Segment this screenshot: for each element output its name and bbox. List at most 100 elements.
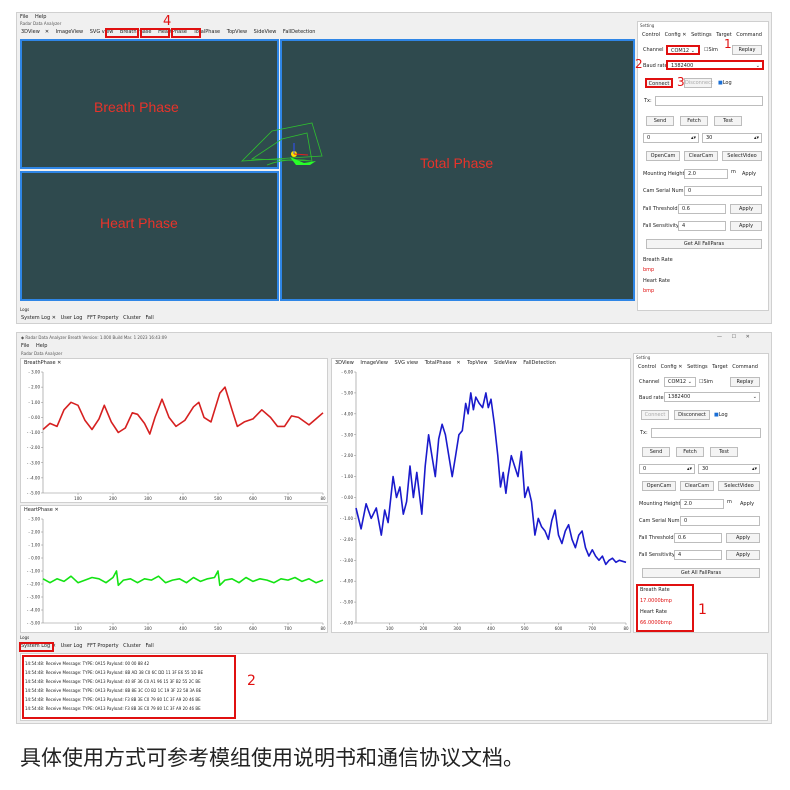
mount-input[interactable]: 2.0 bbox=[684, 169, 728, 179]
clearcam-button[interactable]: ClearCam bbox=[684, 151, 718, 161]
tab-fall[interactable]: Fall bbox=[145, 643, 153, 649]
fallth-input[interactable]: 0.6 bbox=[674, 533, 722, 543]
log-checkbox[interactable]: ■Log bbox=[718, 80, 732, 87]
opencam-button[interactable]: OpenCam bbox=[646, 151, 680, 161]
tab-sideview[interactable]: SideView bbox=[494, 360, 517, 366]
bottom-screenshot: ◆ Radar Data Analyzer Breath Version: 1.… bbox=[16, 332, 772, 724]
tab-breathphase[interactable]: BreathPhase ✕ bbox=[24, 360, 61, 367]
close-icon[interactable]: ✕ bbox=[52, 315, 56, 321]
total-phase-canvas[interactable]: Total Phase bbox=[240, 39, 635, 301]
heart-phase-canvas[interactable]: Heart Phase bbox=[20, 171, 279, 301]
baud-select[interactable]: 1382400 ⌄ bbox=[666, 60, 764, 70]
tab-totalphase[interactable]: TotalPhase bbox=[425, 360, 452, 366]
fetch-button[interactable]: Fetch bbox=[680, 116, 708, 126]
tab-3dview[interactable]: 3DView bbox=[21, 29, 40, 35]
fallsens-input[interactable]: 4 bbox=[678, 221, 726, 231]
tab-config[interactable]: Config bbox=[661, 364, 677, 370]
tab-settings[interactable]: Settings bbox=[691, 32, 712, 38]
tab-control[interactable]: Control bbox=[642, 32, 660, 38]
clearcam-button[interactable]: ClearCam bbox=[680, 481, 714, 491]
fallth-input[interactable]: 0.6 bbox=[678, 204, 726, 214]
tab-command[interactable]: Command bbox=[732, 364, 758, 370]
close-icon[interactable]: ✕ bbox=[57, 360, 61, 366]
mount-input[interactable]: 2.0 bbox=[680, 499, 724, 509]
get-all-fallparas-button[interactable]: Get All FallParas bbox=[642, 568, 760, 578]
tab-system-log[interactable]: System Log bbox=[21, 315, 50, 321]
menu-help[interactable]: Help bbox=[36, 343, 47, 349]
close-icon[interactable]: ✕ bbox=[677, 364, 682, 370]
sim-checkbox[interactable]: ☐Sim bbox=[704, 47, 718, 54]
end-stepper[interactable]: 30 ▴▾ bbox=[698, 464, 760, 474]
channel-select[interactable]: COM12 ⌄ bbox=[666, 45, 700, 55]
send-button[interactable]: Send bbox=[646, 116, 674, 126]
tab-cluster[interactable]: Cluster bbox=[123, 315, 141, 321]
replay-button[interactable]: Replay bbox=[732, 45, 762, 55]
get-all-fallparas-button[interactable]: Get All FallParas bbox=[646, 239, 762, 249]
tab-command[interactable]: Command bbox=[736, 32, 762, 38]
tab-topview[interactable]: TopView bbox=[467, 360, 487, 366]
tab-topview[interactable]: TopView bbox=[227, 29, 247, 35]
tab-sideview[interactable]: SideView bbox=[254, 29, 277, 35]
maximize-icon[interactable]: ☐ bbox=[732, 334, 736, 340]
tab-settings[interactable]: Settings bbox=[687, 364, 708, 370]
replay-button[interactable]: Replay bbox=[730, 377, 760, 387]
end-stepper[interactable]: 30 ▴▾ bbox=[702, 133, 762, 143]
menu-file[interactable]: File bbox=[20, 14, 28, 20]
chevron-down-icon: ⌄ bbox=[752, 394, 757, 400]
tab-imageview[interactable]: ImageView bbox=[56, 29, 84, 35]
tab-user-log[interactable]: User Log bbox=[61, 315, 83, 321]
minimize-icon[interactable]: — bbox=[717, 334, 722, 340]
connect-button[interactable]: Connect bbox=[645, 78, 673, 88]
close-icon[interactable]: ✕ bbox=[54, 507, 58, 513]
tab-falldetection[interactable]: FallDetection bbox=[283, 29, 316, 35]
channel-select[interactable]: COM12 ⌄ bbox=[664, 377, 696, 387]
tab-heartphase[interactable]: HeartPhase ✕ bbox=[24, 507, 59, 514]
connect-button[interactable]: Connect bbox=[641, 410, 669, 420]
tab-control[interactable]: Control bbox=[638, 364, 656, 370]
tab-3dview[interactable]: 3DView bbox=[335, 360, 354, 366]
tab-imageview[interactable]: ImageView bbox=[360, 360, 388, 366]
tab-cluster[interactable]: Cluster bbox=[123, 643, 141, 649]
opencam-button[interactable]: OpenCam bbox=[642, 481, 676, 491]
top-settings-panel: Setting Control Config ✕ Settings Target… bbox=[635, 21, 769, 311]
close-icon[interactable]: ✕ bbox=[681, 32, 686, 38]
tab-svgview[interactable]: SVG view bbox=[395, 360, 419, 366]
disconnect-button[interactable]: Disconnect bbox=[684, 78, 713, 88]
close-icon[interactable]: ✕ bbox=[456, 360, 460, 366]
tx-input[interactable] bbox=[655, 96, 763, 106]
tab-config[interactable]: Config bbox=[665, 32, 681, 38]
start-stepper[interactable]: 0 ▴▾ bbox=[643, 133, 699, 143]
fallth-apply-button[interactable]: Apply bbox=[726, 533, 760, 543]
fallsens-apply-button[interactable]: Apply bbox=[726, 550, 760, 560]
camserial-input[interactable]: 0 bbox=[684, 186, 762, 196]
camserial-input[interactable]: 0 bbox=[680, 516, 760, 526]
mount-apply[interactable]: Apply bbox=[742, 171, 756, 178]
send-button[interactable]: Send bbox=[642, 447, 670, 457]
sim-checkbox[interactable]: ☐Sim bbox=[699, 379, 713, 386]
disconnect-button[interactable]: Disconnect bbox=[674, 410, 710, 420]
close-icon[interactable]: ✕ bbox=[746, 334, 750, 340]
test-button[interactable]: Test bbox=[710, 447, 738, 457]
test-button[interactable]: Test bbox=[714, 116, 742, 126]
tab-fft-property[interactable]: FFT Property bbox=[87, 643, 118, 649]
menu-file[interactable]: File bbox=[21, 343, 29, 349]
fallth-apply-button[interactable]: Apply bbox=[730, 204, 762, 214]
close-icon[interactable]: ✕ bbox=[45, 29, 49, 35]
tab-target[interactable]: Target bbox=[712, 364, 727, 370]
tab-user-log[interactable]: User Log bbox=[61, 643, 83, 649]
tab-falldetection[interactable]: FallDetection bbox=[523, 360, 556, 366]
menu-help[interactable]: Help bbox=[35, 14, 46, 20]
tab-fft-property[interactable]: FFT Property bbox=[87, 315, 118, 321]
baud-select[interactable]: 1382400 ⌄ bbox=[664, 392, 760, 402]
tx-input[interactable] bbox=[651, 428, 761, 438]
tab-fall[interactable]: Fall bbox=[145, 315, 153, 321]
x-tick-label: 400 bbox=[179, 496, 187, 501]
selectvideo-button[interactable]: SelectVideo bbox=[722, 151, 762, 161]
mount-apply[interactable]: Apply bbox=[740, 501, 754, 508]
fallsens-input[interactable]: 4 bbox=[674, 550, 722, 560]
selectvideo-button[interactable]: SelectVideo bbox=[718, 481, 760, 491]
fallsens-apply-button[interactable]: Apply bbox=[730, 221, 762, 231]
start-stepper[interactable]: 0 ▴▾ bbox=[639, 464, 695, 474]
log-checkbox[interactable]: ■Log bbox=[714, 412, 728, 419]
fetch-button[interactable]: Fetch bbox=[676, 447, 704, 457]
